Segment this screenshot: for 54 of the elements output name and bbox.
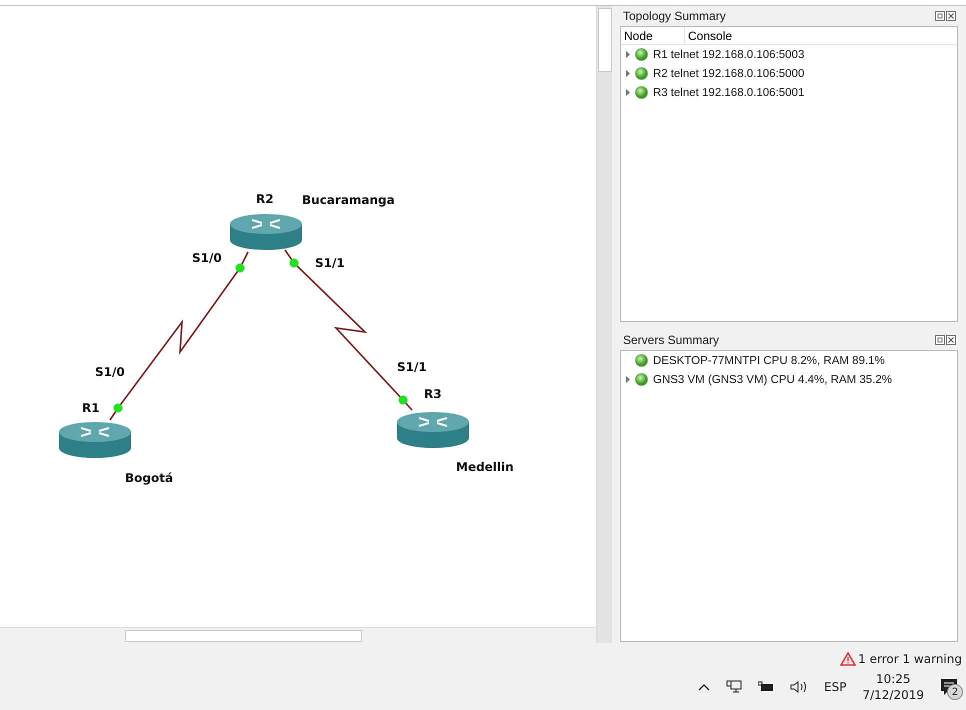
language-indicator[interactable]: ESP	[824, 680, 846, 694]
battery-icon[interactable]	[758, 681, 774, 693]
float-icon[interactable]	[935, 335, 945, 345]
server-entry[interactable]: GNS3 VM (GNS3 VM) CPU 4.4%, RAM 35.2%	[653, 374, 892, 386]
speaker-icon[interactable]	[790, 680, 808, 694]
expand-arrow-icon[interactable]	[626, 70, 630, 77]
port-label: S1/1	[397, 360, 427, 374]
expand-arrow-icon[interactable]	[626, 51, 630, 58]
status-light-icon	[635, 354, 648, 367]
node-label: R3	[424, 387, 442, 401]
node-label: R1	[82, 401, 100, 415]
port-dot	[114, 404, 122, 412]
status-light-icon	[635, 67, 648, 80]
console-address: telnet 192.168.0.106:5000	[670, 68, 804, 80]
node-name[interactable]: R1	[653, 48, 668, 60]
console-address: telnet 192.168.0.106:5003	[670, 48, 804, 60]
router-icon[interactable]	[397, 412, 469, 448]
column-header[interactable]: Console	[685, 27, 957, 44]
location-label: Bucaramanga	[302, 193, 395, 207]
location-label: Medellin	[456, 460, 514, 474]
node-name[interactable]: R2	[653, 68, 668, 80]
port-label: S1/0	[95, 365, 125, 379]
column-header[interactable]: Node	[621, 27, 685, 44]
router-icon[interactable]	[59, 422, 131, 458]
port-dot	[398, 396, 408, 404]
warning-icon	[840, 652, 856, 666]
port-dot	[236, 264, 244, 272]
close-icon[interactable]	[946, 335, 956, 345]
horizontal-scrollbar[interactable]	[0, 627, 596, 643]
float-icon[interactable]	[935, 11, 945, 21]
notification-count: 2	[947, 684, 963, 700]
vertical-scrollbar[interactable]	[596, 6, 612, 643]
server-entry[interactable]: DESKTOP-77MNTPI CPU 8.2%, RAM 89.1%	[653, 354, 885, 366]
port-label: S1/1	[315, 256, 345, 270]
expand-arrow-icon[interactable]	[626, 376, 630, 383]
node-name[interactable]: R3	[653, 86, 668, 98]
status-light-icon	[635, 48, 648, 61]
router-icon[interactable]	[230, 214, 302, 250]
status-light-icon	[635, 373, 648, 386]
chevron-up-icon[interactable]	[698, 683, 710, 691]
status-message[interactable]: 1 error 1 warning	[858, 652, 962, 666]
panel-title: Topology Summary	[623, 9, 726, 23]
network-icon[interactable]	[726, 680, 742, 694]
clock[interactable]: 10:25 7/12/2019	[862, 672, 924, 702]
status-light-icon	[635, 86, 648, 99]
node-label: R2	[256, 192, 274, 206]
topology-canvas[interactable]: S1/0 S1/0 S1/1 S1/1 R1 Bogotá R2 Bucaramanga R3 Medellin	[0, 6, 596, 627]
expand-arrow-icon[interactable]	[626, 89, 630, 96]
console-address: telnet 192.168.0.106:5001	[670, 86, 804, 98]
panel-title: Servers Summary	[623, 333, 720, 347]
location-label: Bogotá	[125, 471, 174, 485]
port-label: S1/0	[192, 251, 222, 265]
close-icon[interactable]	[946, 11, 956, 21]
port-dot	[290, 258, 298, 268]
